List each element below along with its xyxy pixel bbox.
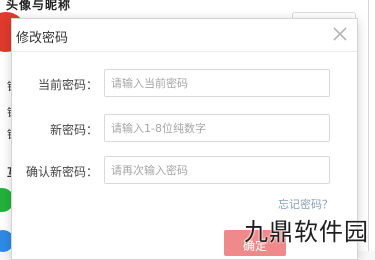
new-password-row: 新密码： <box>12 114 342 144</box>
forgot-password-link[interactable]: 忘记密码？ <box>278 196 333 212</box>
dialog-title: 修改密码 <box>16 31 69 46</box>
confirm-password-input[interactable] <box>104 156 330 184</box>
close-icon <box>329 23 351 45</box>
new-password-input[interactable] <box>104 114 330 142</box>
new-password-label: 新密码： <box>49 123 98 137</box>
current-password-row: 当前密码： <box>12 69 342 99</box>
current-password-label: 当前密码： <box>37 78 98 92</box>
close-button[interactable] <box>329 23 351 45</box>
dialog-header: 修改密码 <box>12 19 357 52</box>
profile-section-title: 头像与昵称 <box>6 0 72 12</box>
confirm-password-label: 确认新密码： <box>25 165 98 179</box>
watermark: 九鼎软件园 <box>244 218 369 246</box>
current-password-input[interactable] <box>104 69 330 97</box>
confirm-password-row: 确认新密码： <box>12 156 342 186</box>
